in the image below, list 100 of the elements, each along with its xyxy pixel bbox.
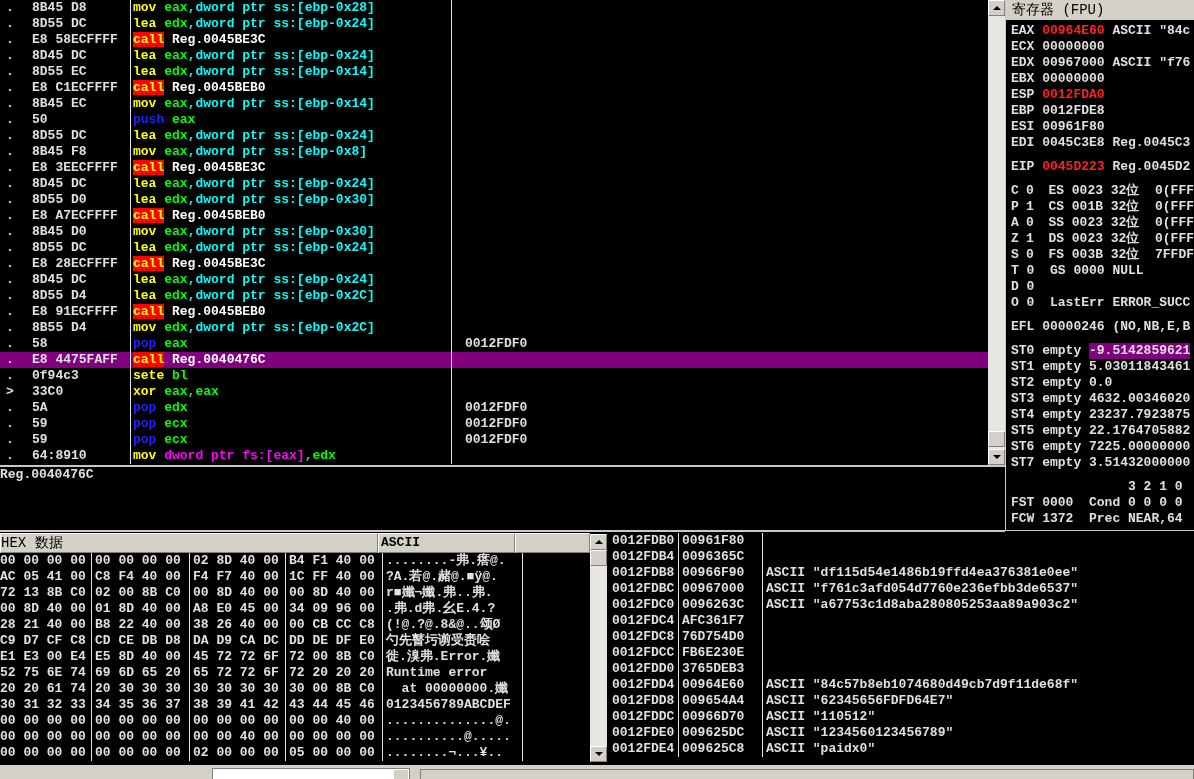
register-note: Reg.0045D2 <box>1112 159 1191 175</box>
register-value: 0045C3E8 <box>1042 135 1106 151</box>
disassembly-row[interactable]: . 59 pop ecx 0012FDF0 <box>0 432 988 448</box>
scroll-thumb[interactable] <box>988 431 1005 447</box>
opcode-bytes: 50 <box>32 112 48 128</box>
stack-value: 00966D70 <box>682 709 745 724</box>
disassembly-row[interactable]: . E8 58ECFFFF call Reg.0045BE3C <box>0 32 988 48</box>
hex-bytes: 02 8D 40 00 <box>193 553 279 568</box>
scroll-thumb[interactable] <box>590 550 607 566</box>
stack-value: 76D754D0 <box>682 629 745 644</box>
register-name: ST6 <box>1011 439 1036 455</box>
register-note: FS 003B 32位 7FFDF <box>1048 247 1194 263</box>
register-value: 00967000 <box>1042 55 1106 71</box>
register-note: 3.51432000000 <box>1089 455 1191 471</box>
register-value: empty <box>1042 455 1083 471</box>
hex-bytes: 00 00 00 00 <box>0 553 86 568</box>
disassembly-row[interactable]: . E8 C1ECFFFF call Reg.0045BEB0 <box>0 80 988 96</box>
instruction-text: pop edx <box>133 400 188 415</box>
register-value: empty <box>1042 407 1083 423</box>
row-marker: . <box>5 400 15 416</box>
scrollbar[interactable] <box>590 534 607 762</box>
down-arrow-icon <box>594 752 603 756</box>
panel-title: 寄存器 (FPU) <box>1006 0 1194 20</box>
register-name: S <box>1011 247 1020 263</box>
disassembly-row[interactable]: . 8B45 D0 mov eax,dword ptr ss:[ebp-0x30] <box>0 224 988 240</box>
scroll-down-button[interactable] <box>988 449 1005 465</box>
stack-address: 0012FDD8 <box>612 693 675 708</box>
register-note: 22.1764705882 <box>1089 423 1191 439</box>
scroll-up-button[interactable] <box>590 534 607 550</box>
hex-bytes: 00 00 40 00 <box>289 713 375 728</box>
row-marker: . <box>5 432 15 448</box>
register-value: 00000000 <box>1042 71 1106 87</box>
scroll-down-button[interactable] <box>590 746 607 762</box>
hex-bytes: 00 CB CC C8 <box>289 617 375 632</box>
register-name: EBX <box>1011 71 1036 87</box>
row-marker: . <box>5 0 15 16</box>
opcode-bytes: 8D55 D4 <box>32 288 87 304</box>
disassembly-row[interactable]: . 8D45 DC lea eax,dword ptr ss:[ebp-0x24] <box>0 176 988 192</box>
instruction-text: lea edx,dword ptr ss:[ebp-0x24] <box>133 240 375 255</box>
disassembly-row[interactable]: > 33C0 xor eax,eax <box>0 384 988 400</box>
scrollbar[interactable] <box>988 0 1005 465</box>
disassembly-row[interactable]: . 8D55 DC lea edx,dword ptr ss:[ebp-0x24] <box>0 128 988 144</box>
instruction-text: mov eax,dword ptr ss:[ebp-0x28] <box>133 0 375 15</box>
register-name: ST1 <box>1011 359 1036 375</box>
hex-bytes: 00 00 00 00 <box>95 713 181 728</box>
scroll-up-button[interactable] <box>988 0 1005 16</box>
hex-bytes: 30 30 30 30 <box>193 681 279 696</box>
disassembly-row[interactable]: . E8 91ECFFFF call Reg.0045BEB0 <box>0 304 988 320</box>
disassembly-row[interactable]: . 8B55 D4 mov edx,dword ptr ss:[ebp-0x2C] <box>0 320 988 336</box>
ascii-text: ........¬...¥.. <box>386 745 504 760</box>
register-value: 00961F80 <box>1042 119 1106 135</box>
up-arrow-icon <box>594 540 603 544</box>
opcode-bytes: 8D55 DC <box>32 16 87 32</box>
register-value: 0 <box>1026 279 1036 295</box>
disassembly-row[interactable]: . 0f94c3 sete bl <box>0 368 988 384</box>
opcode-bytes: 5A <box>32 400 48 416</box>
stack-value: 009654A4 <box>682 693 745 708</box>
stack-value: FB6E230E <box>682 645 745 660</box>
down-arrow-icon <box>992 455 1001 459</box>
opcode-bytes: 8B45 D0 <box>32 224 87 240</box>
column-header[interactable]: HEX 数据 <box>0 533 378 553</box>
stack-address: 0012FDD4 <box>612 677 675 692</box>
stack-value: AFC361F7 <box>682 613 745 628</box>
instruction-text: lea eax,dword ptr ss:[ebp-0x24] <box>133 48 375 63</box>
register-value: empty <box>1042 375 1083 391</box>
instruction-text: call Reg.0045BE3C <box>133 256 266 271</box>
disassembly-row[interactable]: . 8D45 DC lea eax,dword ptr ss:[ebp-0x24] <box>0 272 988 288</box>
command-field[interactable] <box>212 768 410 779</box>
instruction-text: sete bl <box>133 368 188 383</box>
opcode-bytes: 8D55 DC <box>32 128 87 144</box>
disassembly-row[interactable]: . E8 A7ECFFFF call Reg.0045BEB0 <box>0 208 988 224</box>
register-note: DS 0023 32位 0(FFF <box>1048 231 1194 247</box>
register-name: ST3 <box>1011 391 1036 407</box>
stack-address: 0012FDC0 <box>612 597 675 612</box>
disassembly-row[interactable]: . 50 push eax <box>0 112 988 128</box>
stack-value: 0096263C <box>682 597 745 612</box>
register-value: 0 <box>1025 183 1035 199</box>
disassembly-row[interactable]: . E8 4475FAFF call Reg.0040476C <box>0 352 988 368</box>
hex-bytes: 20 30 30 30 <box>95 681 181 696</box>
disassembly-row[interactable]: . 8B45 EC mov eax,dword ptr ss:[ebp-0x14] <box>0 96 988 112</box>
register-name: D <box>1011 279 1020 295</box>
column-header[interactable]: ASCII <box>378 533 515 553</box>
opcode-bytes: 8D45 DC <box>32 272 87 288</box>
disassembly-row[interactable]: . E8 3EECFFFF call Reg.0045BE3C <box>0 160 988 176</box>
opcode-bytes: 8B55 D4 <box>32 320 87 336</box>
disassembly-row[interactable]: . 8B45 D8 mov eax,dword ptr ss:[ebp-0x28] <box>0 0 988 16</box>
register-value: 0000 <box>1042 495 1075 511</box>
register-note: 0.0 <box>1089 375 1113 391</box>
disassembly-row[interactable]: . 64:8910 mov dword ptr fs:[eax],edx <box>0 448 988 464</box>
register-note: ASCII "f76 <box>1112 55 1191 71</box>
register-name: EBP <box>1011 103 1036 119</box>
register-note: 23237.7923875 <box>1089 407 1191 423</box>
disassembly-row[interactable]: . 8D45 DC lea eax,dword ptr ss:[ebp-0x24] <box>0 48 988 64</box>
disassembly-row[interactable]: . 59 pop ecx 0012FDF0 <box>0 416 988 432</box>
column-header[interactable] <box>515 533 590 553</box>
disassembly-row[interactable]: . 5A pop edx 0012FDF0 <box>0 400 988 416</box>
instruction-text: mov dword ptr fs:[eax],edx <box>133 448 336 463</box>
ascii-text: (!@.?@.8&@..颂Ø <box>386 617 501 632</box>
register-note: (NO,NB,E,B <box>1112 319 1191 335</box>
disassembly-row[interactable]: . E8 28ECFFFF call Reg.0045BE3C <box>0 256 988 272</box>
